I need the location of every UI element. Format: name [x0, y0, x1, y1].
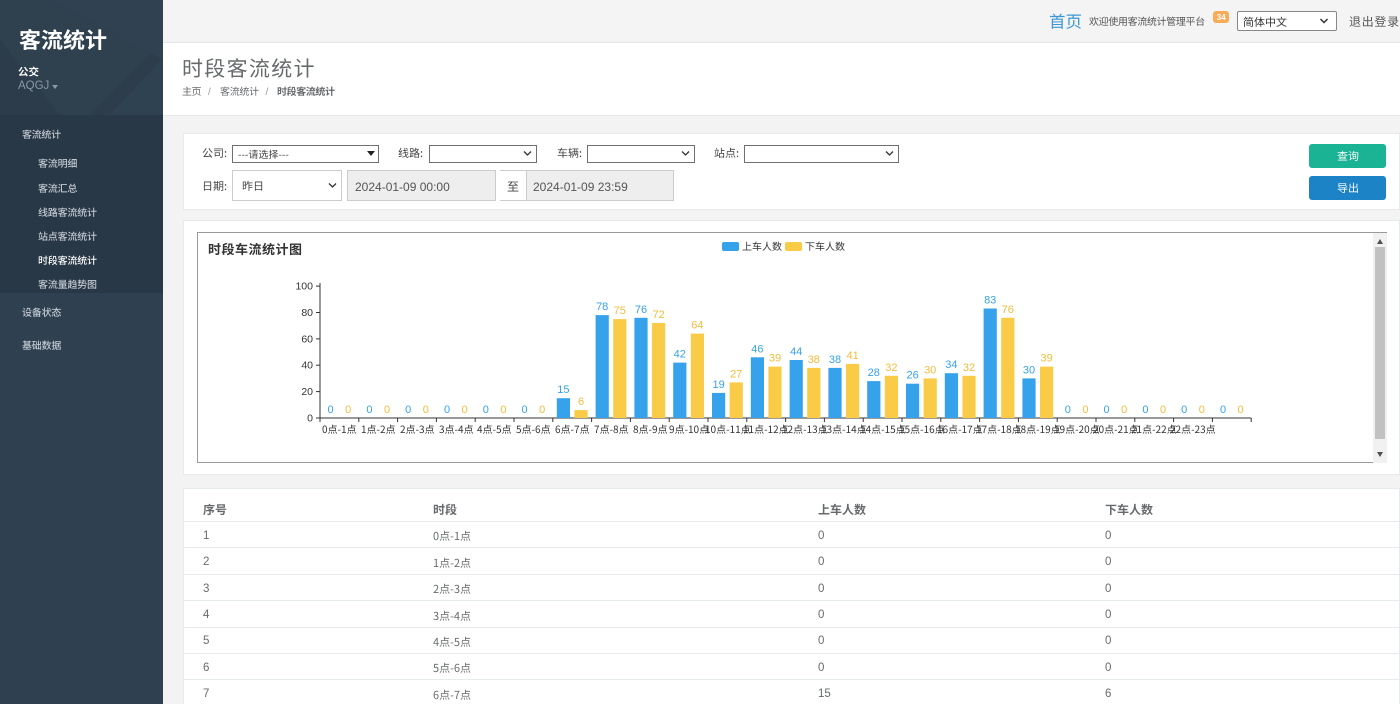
svg-text:76: 76 — [1002, 304, 1014, 316]
svg-text:30: 30 — [1023, 364, 1035, 376]
svg-text:0: 0 — [1238, 404, 1244, 416]
svg-text:0: 0 — [539, 404, 545, 416]
svg-text:0: 0 — [1082, 404, 1088, 416]
svg-text:20: 20 — [301, 386, 313, 398]
svg-text:38: 38 — [808, 354, 820, 366]
svg-text:0: 0 — [1220, 404, 1226, 416]
svg-text:39: 39 — [1040, 353, 1052, 365]
svg-text:0: 0 — [328, 404, 334, 416]
svg-text:0: 0 — [444, 404, 450, 416]
svg-text:46: 46 — [751, 343, 763, 355]
svg-text:44: 44 — [790, 346, 802, 358]
svg-text:0: 0 — [307, 413, 313, 425]
svg-text:0: 0 — [1181, 404, 1187, 416]
svg-text:41: 41 — [846, 350, 858, 362]
svg-text:83: 83 — [984, 295, 996, 307]
svg-text:19: 19 — [712, 379, 724, 391]
svg-text:32: 32 — [885, 362, 897, 374]
svg-text:15: 15 — [557, 384, 569, 396]
svg-text:0: 0 — [423, 404, 429, 416]
svg-text:0: 0 — [1199, 404, 1205, 416]
svg-text:0: 0 — [1160, 404, 1166, 416]
svg-text:39: 39 — [769, 353, 781, 365]
svg-text:0: 0 — [345, 404, 351, 416]
svg-text:0: 0 — [483, 404, 489, 416]
svg-text:32: 32 — [963, 362, 975, 374]
svg-text:38: 38 — [829, 354, 841, 366]
svg-text:0: 0 — [1104, 404, 1110, 416]
svg-text:0: 0 — [366, 404, 372, 416]
svg-text:75: 75 — [614, 305, 626, 317]
svg-text:40: 40 — [301, 360, 313, 372]
svg-text:26: 26 — [906, 370, 918, 382]
svg-text:0: 0 — [500, 404, 506, 416]
svg-text:76: 76 — [635, 304, 647, 316]
svg-text:0: 0 — [1121, 404, 1127, 416]
svg-text:28: 28 — [868, 367, 880, 379]
svg-text:6: 6 — [578, 396, 584, 408]
svg-text:0: 0 — [522, 404, 528, 416]
svg-text:78: 78 — [596, 301, 608, 313]
svg-text:60: 60 — [301, 333, 313, 345]
svg-text:72: 72 — [652, 309, 664, 321]
svg-text:0: 0 — [1142, 404, 1148, 416]
svg-text:27: 27 — [730, 368, 742, 380]
svg-text:34: 34 — [945, 359, 957, 371]
svg-text:30: 30 — [924, 364, 936, 376]
svg-text:0: 0 — [462, 404, 468, 416]
svg-text:42: 42 — [674, 349, 686, 361]
svg-text:80: 80 — [301, 307, 313, 319]
svg-text:0: 0 — [1065, 404, 1071, 416]
svg-text:64: 64 — [691, 320, 703, 332]
svg-text:0: 0 — [384, 404, 390, 416]
svg-text:100: 100 — [295, 281, 313, 293]
svg-text:0: 0 — [405, 404, 411, 416]
